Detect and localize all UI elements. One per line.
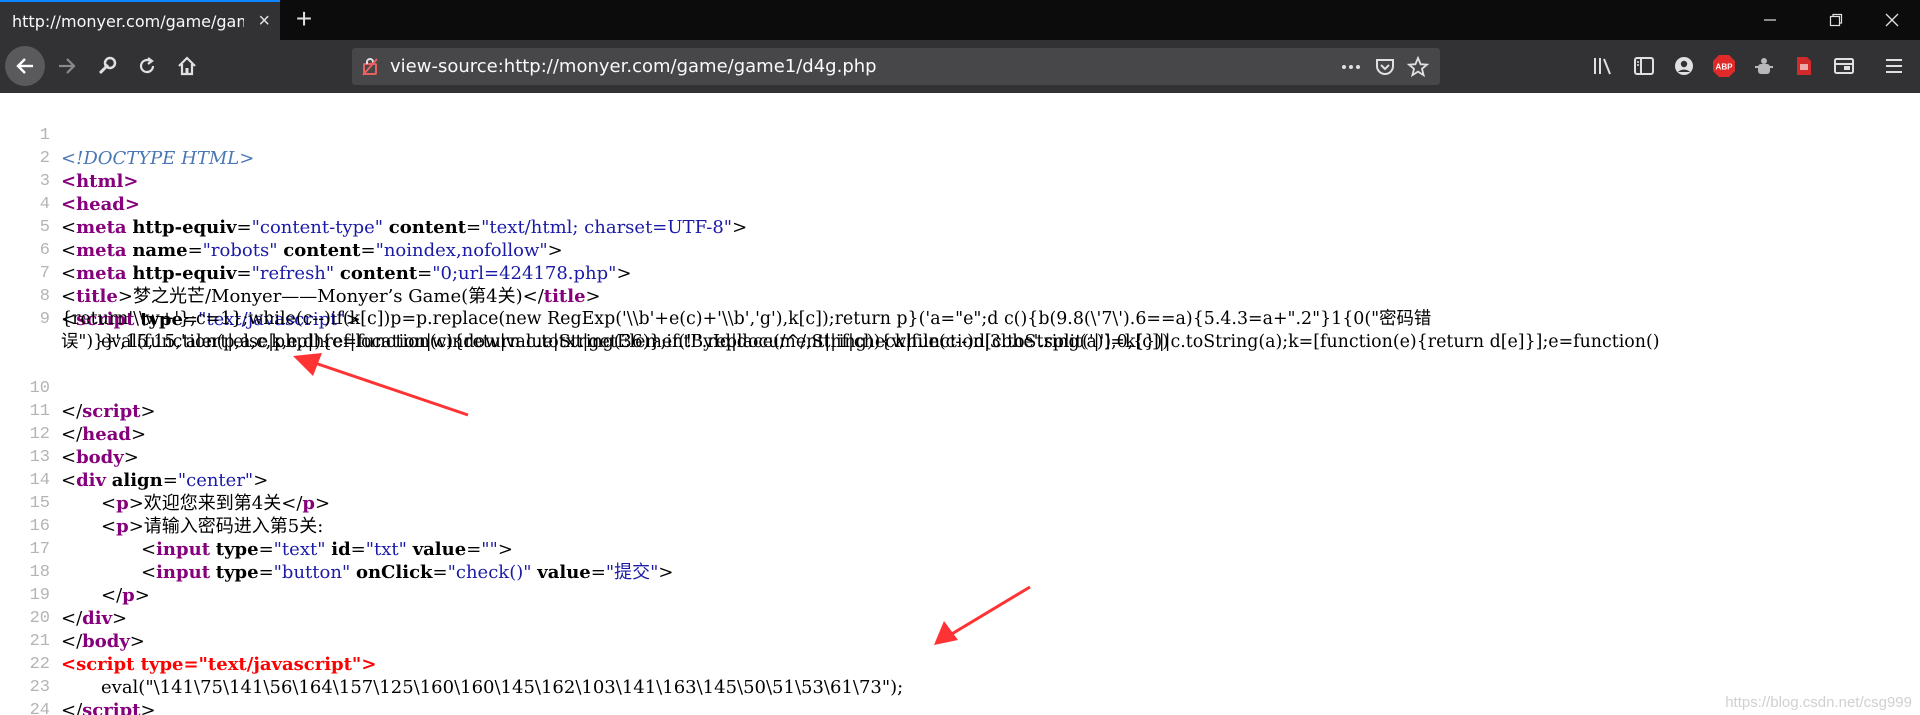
pdf-button[interactable] [1790,52,1818,80]
account-button[interactable] [1670,52,1698,80]
developer-tools-button[interactable] [87,46,127,86]
url-bar[interactable]: view-source:http://monyer.com/game/game1… [352,48,1440,85]
wrench-icon [98,56,117,75]
extension-button[interactable] [1750,52,1778,80]
view-source-content: 1 <!DOCTYPE HTML> 2 <html> 3 <head> 4 <m… [0,93,1920,715]
account-icon [1675,57,1693,75]
annotation-arrow-2 [934,585,1031,645]
sidebar-icon [1634,57,1654,75]
pocket-icon [1376,59,1394,75]
adblock-icon: ABP [1713,55,1735,77]
menu-icon [1886,59,1902,73]
tab-close-button[interactable]: × [258,10,270,32]
bookmark-star-button[interactable] [1406,55,1430,79]
close-window-button[interactable] [1862,0,1920,40]
reload-button[interactable] [127,46,167,86]
url-text[interactable]: view-source:http://monyer.com/game/game1… [390,56,877,77]
minimize-button[interactable] [1740,0,1800,40]
adblock-button[interactable]: ABP [1710,52,1738,80]
annotation-arrow-1 [293,353,469,417]
back-icon [16,58,33,74]
new-tab-button[interactable]: + [288,4,320,36]
tab-active[interactable]: http://monyer.com/game/game1 × [0,0,280,40]
navigation-toolbar: view-source:http://monyer.com/game/game1… [0,40,1920,93]
tab-strip: http://monyer.com/game/game1 × + [0,0,1920,40]
star-icon [1407,56,1429,78]
restore-icon [1829,13,1843,27]
home-icon [178,56,196,76]
pocket-button[interactable] [1373,55,1397,79]
watermark: https://blog.csdn.net/csg999 [1725,694,1912,711]
svg-text:ABP: ABP [1716,63,1734,72]
minimize-icon [1764,19,1776,21]
library-icon [1594,58,1611,75]
back-button[interactable] [5,46,45,86]
forward-button[interactable] [47,46,87,86]
reader-icon [1834,58,1854,74]
extension-icon [1755,58,1773,74]
page-actions-button[interactable] [1339,55,1363,79]
restore-button[interactable] [1806,0,1866,40]
shield-slash-icon [362,58,378,76]
pdf-icon [1797,57,1811,75]
sidebar-button[interactable] [1630,52,1658,80]
annotation-overlay [293,353,1031,645]
library-button[interactable] [1589,52,1617,80]
more-icon [1342,65,1360,69]
close-icon [1885,13,1899,27]
reader-button[interactable] [1830,52,1858,80]
reload-icon [139,57,155,74]
menu-button[interactable] [1880,52,1908,80]
site-identity-button[interactable] [358,55,382,79]
home-button[interactable] [167,46,207,86]
tab-title: http://monyer.com/game/game1 [12,11,244,31]
forward-icon [59,58,76,74]
